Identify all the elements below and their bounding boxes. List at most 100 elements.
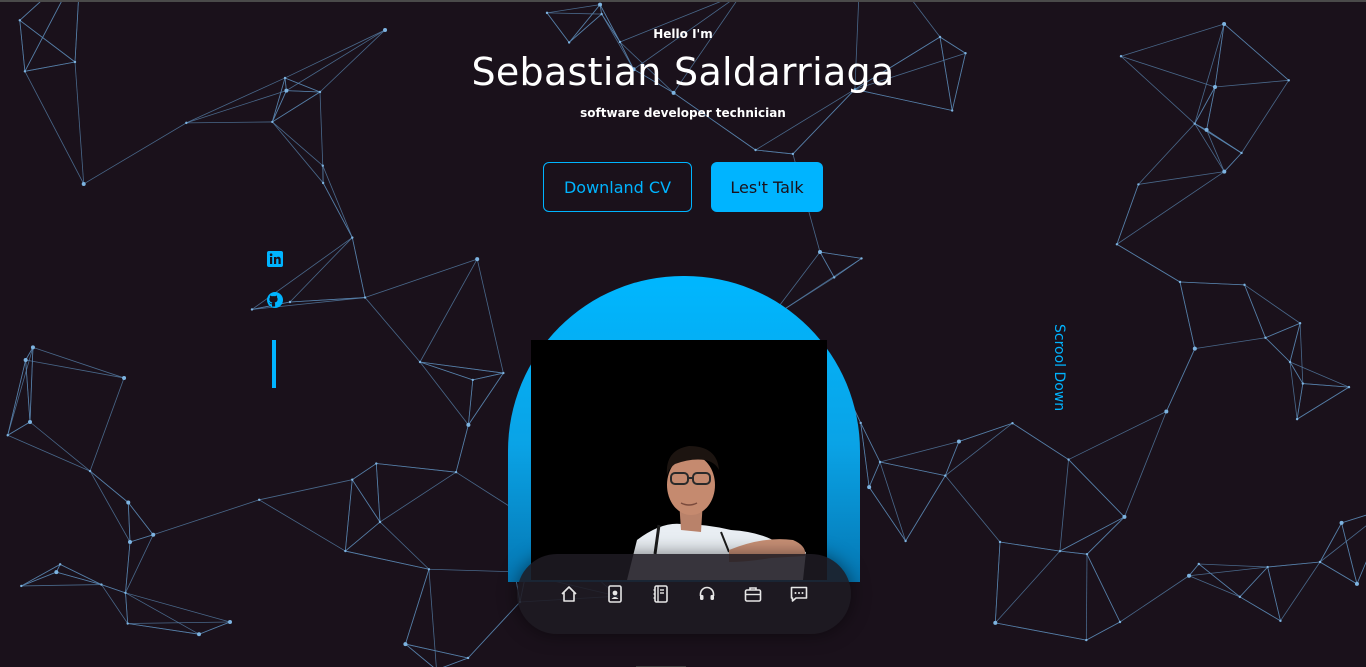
network-line (905, 475, 946, 542)
network-node (124, 591, 127, 595)
network-node (375, 462, 378, 465)
network-node (23, 357, 28, 362)
network-node (1295, 417, 1299, 421)
network-node (1266, 565, 1269, 569)
network-node (998, 540, 1002, 544)
network-node (1118, 620, 1122, 624)
nav-support[interactable] (693, 580, 721, 608)
network-line (1299, 323, 1304, 384)
network-node (228, 620, 232, 624)
network-line (405, 569, 430, 645)
network-node (567, 41, 571, 44)
network-line (1265, 337, 1291, 363)
message-icon (790, 586, 808, 602)
network-node (321, 164, 324, 167)
network-node (88, 469, 92, 473)
network-node (956, 439, 961, 444)
network-line (29, 347, 34, 423)
network-line (1165, 348, 1196, 412)
network-node (1240, 151, 1243, 155)
nav-services[interactable] (647, 580, 675, 608)
greeting-text: Hello I'm (653, 27, 713, 41)
network-line (32, 347, 125, 379)
network-line (101, 584, 126, 594)
network-line (272, 121, 324, 184)
network-line (1138, 123, 1196, 185)
network-line (476, 258, 504, 374)
network-node (250, 308, 254, 311)
network-line (1059, 550, 1088, 555)
network-line (1188, 563, 1200, 577)
network-line (944, 475, 1001, 543)
network-line (1265, 322, 1301, 339)
network-line (755, 149, 793, 155)
network-node (81, 181, 86, 186)
network-line (376, 463, 457, 473)
network-node (427, 568, 431, 571)
network-node (1011, 422, 1014, 425)
network-node (100, 583, 103, 586)
network-node (1354, 581, 1359, 586)
network-line (322, 165, 353, 238)
network-node (351, 236, 354, 239)
network-line (345, 521, 381, 552)
network-line (1138, 171, 1225, 185)
github-icon[interactable] (266, 291, 284, 309)
network-line (428, 569, 437, 667)
network-node (1243, 283, 1246, 287)
lets-talk-button[interactable]: Les't Talk (711, 162, 823, 212)
network-node (502, 371, 505, 375)
network-line (1086, 516, 1125, 555)
network-line (25, 359, 31, 423)
network-node (1193, 122, 1196, 125)
network-line (1289, 361, 1298, 420)
network-line (127, 623, 200, 635)
network-line (879, 441, 960, 463)
network-node (466, 422, 471, 427)
network-node (1298, 322, 1302, 325)
network-line (1244, 284, 1266, 338)
network-line (455, 424, 469, 473)
network-line (344, 479, 353, 552)
network-line (1319, 525, 1366, 563)
network-line (819, 251, 835, 278)
nav-contact[interactable] (785, 580, 813, 608)
network-line (419, 258, 478, 363)
network-line (129, 534, 154, 543)
network-line (351, 479, 381, 523)
network-node (1164, 409, 1169, 414)
network-line (379, 521, 430, 570)
network-line (1244, 284, 1301, 324)
network-line (994, 541, 1001, 623)
network-line (1224, 152, 1242, 172)
network-node (1192, 346, 1197, 351)
network-line (1119, 575, 1190, 623)
profile-photo (531, 340, 827, 580)
network-node (1238, 595, 1242, 599)
download-cv-button[interactable]: Downland CV (543, 162, 692, 212)
nav-about[interactable] (601, 580, 629, 608)
network-line (345, 550, 430, 570)
network-line (467, 379, 474, 425)
network-line (1198, 563, 1268, 568)
network-line (1341, 514, 1366, 524)
network-line (186, 121, 273, 124)
network-line (879, 461, 906, 542)
network-line (352, 463, 377, 481)
social-divider (272, 340, 276, 388)
network-line (419, 361, 473, 381)
nav-home[interactable] (555, 580, 583, 608)
network-node (6, 434, 9, 437)
role-subtitle: software developer technician (580, 106, 786, 120)
network-line (127, 502, 131, 543)
nav-portfolio[interactable] (739, 580, 767, 608)
network-node (403, 642, 408, 647)
network-line (379, 471, 457, 523)
linkedin-icon[interactable] (266, 250, 284, 268)
network-line (1319, 561, 1358, 585)
network-node (1178, 280, 1182, 284)
network-line (1267, 566, 1281, 621)
network-line (995, 622, 1087, 641)
scroll-down-link[interactable]: Scrool Down (1051, 324, 1067, 411)
network-line (1086, 621, 1121, 641)
